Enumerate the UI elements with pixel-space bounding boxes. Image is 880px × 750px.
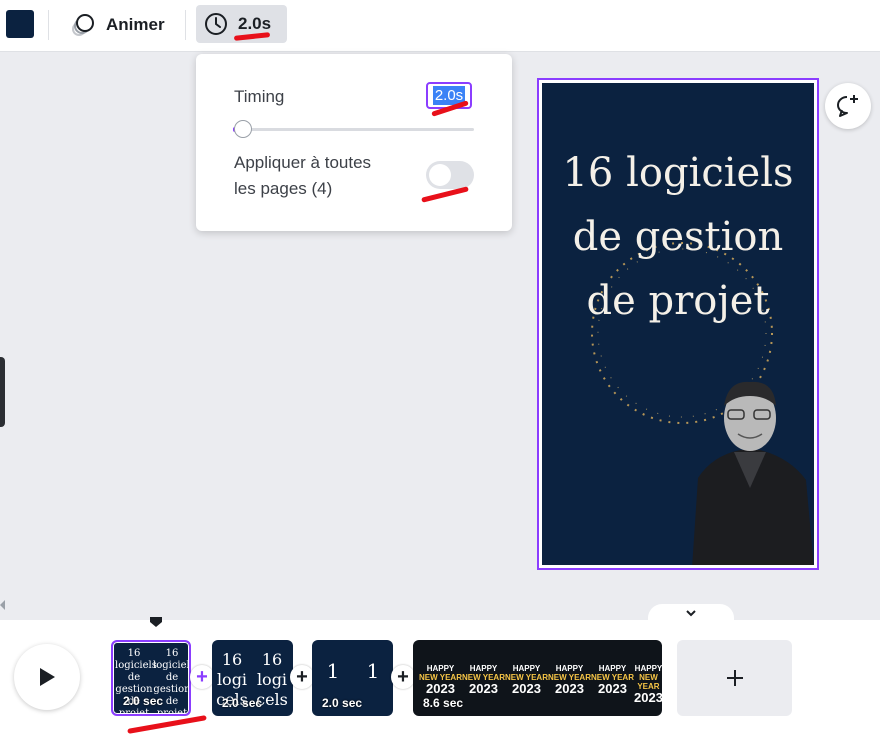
timing-button-label: 2.0s [238, 14, 272, 33]
apply-all-pages-label: Appliquer à toutes les pages (4) [234, 153, 372, 198]
side-panel-handle[interactable] [0, 357, 5, 427]
page-duration: 2.0 sec [222, 696, 263, 710]
thumbnail-happy-text: HAPPY NEW YEAR 2023 [634, 664, 662, 705]
page-thumbnail-2[interactable]: 16 logi cels 16 logi cels 2.0 sec [212, 640, 293, 716]
thumbnail-happy-text: HAPPY NEW YEAR 2023 [505, 664, 548, 696]
thumbnail-happy-text: HAPPY NEW YEAR 2023 [548, 664, 591, 696]
play-icon [40, 668, 55, 686]
add-page-between-button[interactable]: + [290, 665, 314, 689]
thumbnail-happy-text: HAPPY NEW YEAR 2023 [462, 664, 505, 696]
color-swatch-button[interactable] [6, 10, 34, 38]
add-page-button[interactable] [677, 640, 792, 716]
page-thumbnail-4[interactable]: HAPPY NEW YEAR 2023 HAPPY NEW YEAR 2023 HAPP… [413, 640, 662, 716]
person-photo[interactable] [682, 368, 814, 565]
apply-all-pages-toggle[interactable] [426, 161, 474, 189]
page-duration: 8.6 sec [423, 696, 464, 710]
timing-popover: Timing 2.0s Appliquer à toutes les pages… [196, 54, 512, 231]
page-duration: 2.0 sec [322, 696, 363, 710]
chevron-down-icon [686, 610, 696, 617]
timing-label: Timing [234, 87, 285, 106]
plus-icon [726, 670, 743, 686]
add-comment-icon [837, 95, 858, 117]
playhead-marker[interactable] [149, 616, 163, 628]
clock-icon [205, 13, 227, 35]
page-duration: 2.0 sec [123, 694, 164, 708]
animate-icon [72, 14, 94, 36]
page-title-text[interactable]: 16 logiciels de gestion de projet [542, 141, 814, 333]
toolbar-divider [185, 10, 186, 40]
toolbar-divider [48, 10, 49, 40]
timing-slider-track[interactable] [234, 128, 474, 131]
thumbnail-happy-text: HAPPY NEW YEAR 2023 [591, 664, 634, 696]
page-thumbnail-1[interactable]: 16 logiciels de gestion de projet 16 log… [111, 640, 191, 716]
add-page-between-button[interactable]: + [391, 665, 415, 689]
page-thumbnail-3[interactable]: 1 1 2.0 sec [312, 640, 393, 716]
add-comment-button[interactable] [825, 83, 871, 129]
animate-button[interactable]: Animer [64, 10, 171, 40]
animate-label: Animer [106, 15, 165, 34]
play-button[interactable] [14, 644, 80, 710]
design-page[interactable]: 16 logiciels de gestion de projet [542, 83, 814, 565]
top-toolbar: Animer 2.0s [0, 0, 880, 52]
thumbnail-happy-text: HAPPY NEW YEAR 2023 [419, 664, 462, 696]
timing-slider-thumb[interactable] [234, 120, 252, 138]
scroll-left-icon[interactable] [0, 600, 5, 610]
thumbnail-text: 1 [326, 659, 340, 683]
thumbnail-text: 1 [366, 659, 380, 683]
design-page-frame[interactable]: 16 logiciels de gestion de projet [537, 78, 819, 570]
add-page-between-button[interactable]: + [190, 665, 214, 689]
toggle-knob [429, 164, 451, 186]
